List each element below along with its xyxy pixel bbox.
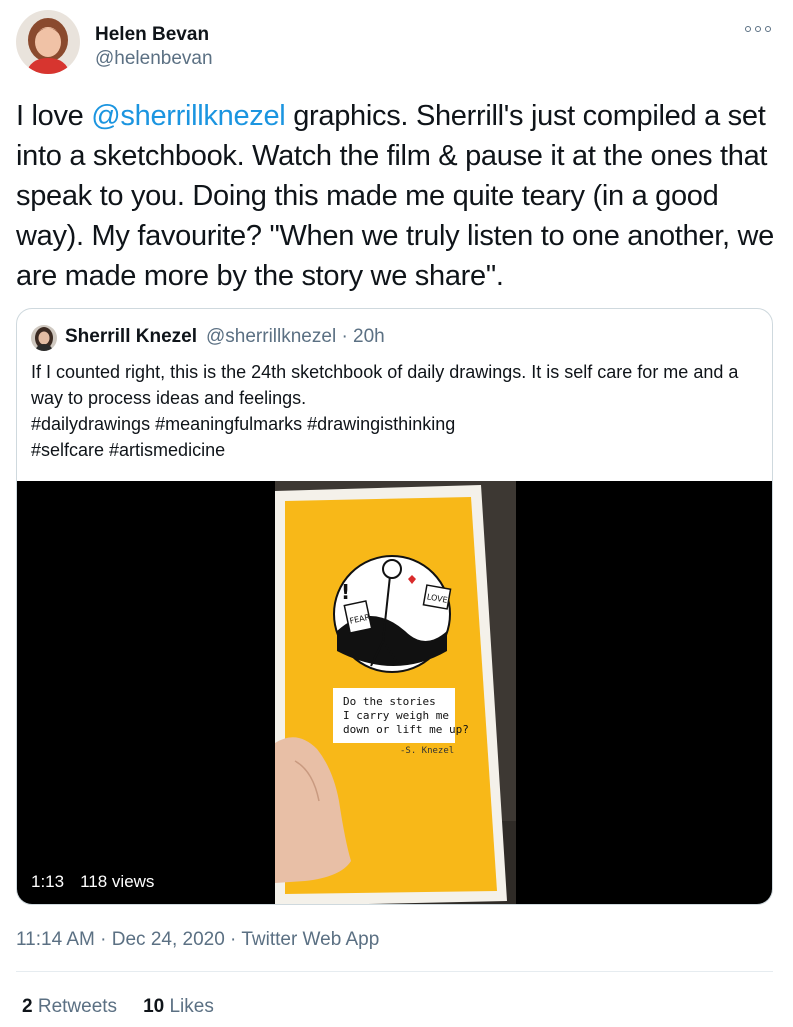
tweet-header: Helen Bevan @helenbevan <box>16 8 777 78</box>
tweet-stats: 2 Retweets 10 Likes <box>22 996 214 1018</box>
video-views: 118 views <box>80 872 155 891</box>
retweets-count: 2 <box>22 996 33 1017</box>
video-stats: 1:13 118 views <box>31 872 154 892</box>
quoted-author-name: Sherrill Knezel <box>65 326 197 347</box>
retweets-stat[interactable]: 2 Retweets <box>22 996 117 1018</box>
tweet-timestamp[interactable]: 11:14 AM · Dec 24, 2020 <box>16 929 225 950</box>
likes-stat[interactable]: 10 Likes <box>143 996 214 1018</box>
tweet-meta: 11:14 AM · Dec 24, 2020 · Twitter Web Ap… <box>16 929 379 951</box>
mention-link[interactable]: @sherrillknezel <box>91 100 285 132</box>
svg-text:!: ! <box>341 580 350 604</box>
quoted-tweet[interactable]: Sherrill Knezel @sherrillknezel · 20h If… <box>16 308 773 905</box>
likes-count: 10 <box>143 996 165 1017</box>
sketch-signature: -S. Knezel <box>400 746 454 756</box>
divider <box>16 971 773 972</box>
quoted-author-handle: @sherrillknezel · 20h <box>206 326 385 347</box>
likes-label: Likes <box>169 996 214 1017</box>
retweets-label: Retweets <box>37 996 118 1017</box>
sketch-caption-line-1: Do the stories <box>343 695 436 708</box>
author-name[interactable]: Helen Bevan <box>95 24 209 46</box>
author-avatar[interactable] <box>16 10 80 74</box>
sketch-caption-line-3: down or lift me up? <box>343 723 469 736</box>
quoted-author-avatar <box>31 325 57 351</box>
more-horizontal-icon[interactable] <box>745 22 771 36</box>
tweet-text-start: I love <box>16 100 92 132</box>
tweet-text: I love @sherrillknezel graphics. Sherril… <box>16 96 786 296</box>
quoted-tweet-text: If I counted right, this is the 24th ske… <box>31 362 739 460</box>
sketch-caption-line-2: I carry weigh me <box>343 709 449 722</box>
video-player[interactable]: FEAR LOVE ! Do the stories I carry weigh… <box>17 481 772 904</box>
video-duration: 1:13 <box>31 872 65 891</box>
author-handle[interactable]: @helenbevan <box>95 48 213 70</box>
meta-separator: · <box>224 929 242 950</box>
video-thumbnail: FEAR LOVE ! Do the stories I carry weigh… <box>275 481 516 904</box>
tweet-source[interactable]: Twitter Web App <box>241 929 379 950</box>
